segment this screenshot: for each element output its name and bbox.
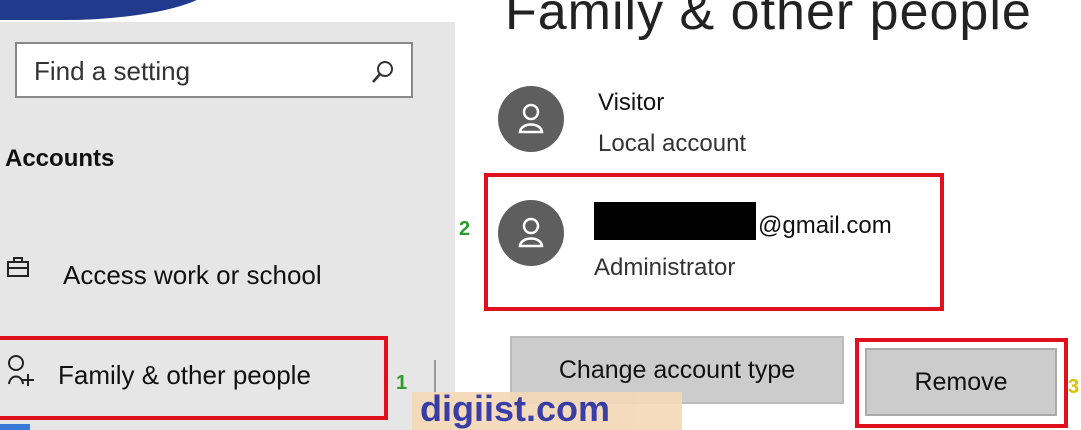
taskbar-edge xyxy=(0,424,30,430)
avatar xyxy=(498,200,564,266)
search-input[interactable]: Find a setting xyxy=(15,42,413,98)
step-number: 1 xyxy=(396,372,408,394)
page-title: Family & other people xyxy=(505,0,1032,41)
search-icon[interactable] xyxy=(369,58,397,86)
sidebar-item-family[interactable]: Family & other people xyxy=(0,336,388,420)
step-number: 2 xyxy=(459,218,471,240)
search-placeholder: Find a setting xyxy=(34,56,191,86)
person-icon xyxy=(518,103,544,134)
sidebar-item-label: Family & other people xyxy=(58,360,311,390)
watermark-text: digiist.com xyxy=(420,388,611,429)
redacted-email xyxy=(594,202,756,240)
person-icon xyxy=(518,217,544,248)
briefcase-icon xyxy=(7,257,29,277)
person-add-icon xyxy=(8,355,34,386)
avatar xyxy=(498,86,564,152)
account-type: Administrator xyxy=(594,254,736,281)
step-number: 3 xyxy=(1068,376,1080,398)
account-name: Visitor xyxy=(598,89,665,116)
section-title: Accounts xyxy=(5,145,115,172)
watermark: digiist.com xyxy=(412,388,682,430)
sidebar-item-label: Access work or school xyxy=(63,260,322,290)
sidebar-item-access-work[interactable]: Access work or school xyxy=(0,242,440,310)
account-type: Local account xyxy=(598,130,747,157)
account-email: @gmail.com xyxy=(758,212,892,239)
window-decoration xyxy=(0,0,455,22)
remove-button[interactable]: Remove xyxy=(865,348,1057,416)
